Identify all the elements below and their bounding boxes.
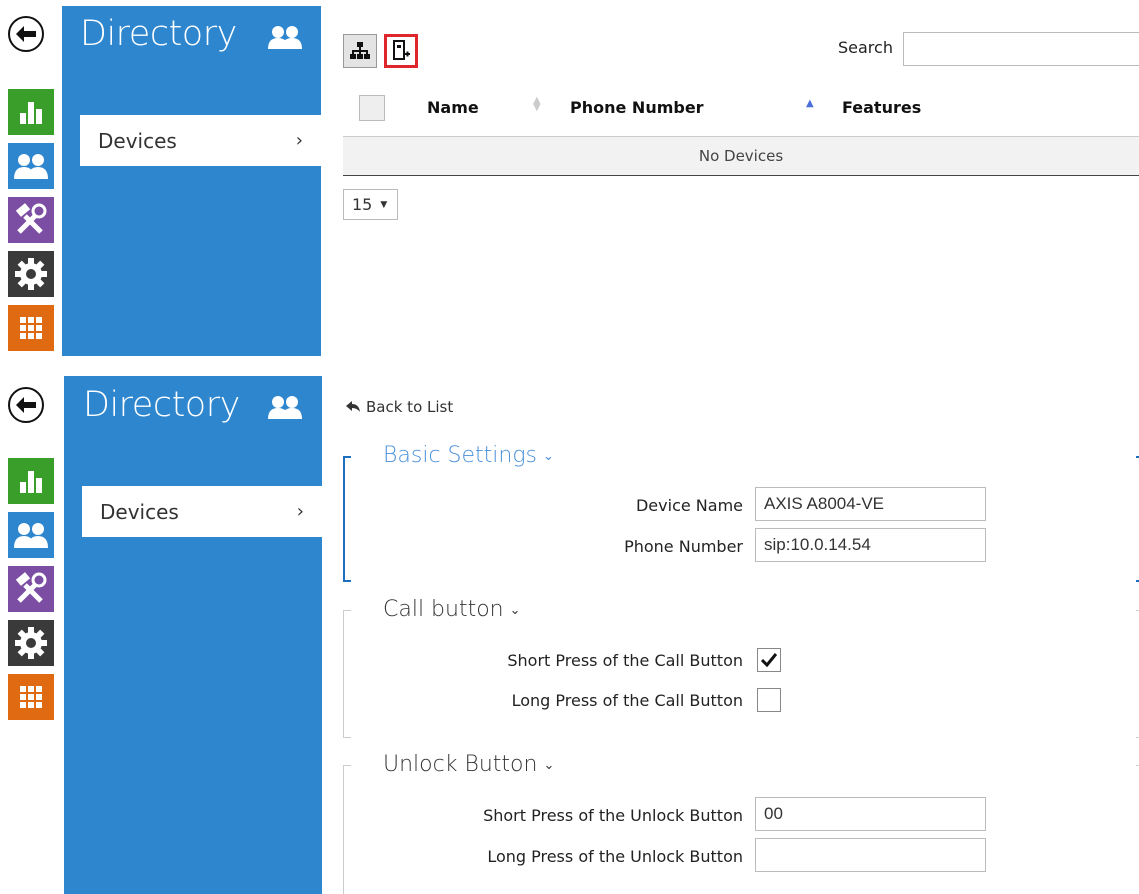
status-chart-icon[interactable] — [8, 458, 54, 504]
caret-down-icon: ▼ — [380, 199, 388, 210]
device-name-label: Device Name — [635, 496, 743, 515]
search-label: Search — [838, 38, 893, 57]
long-press-call-checkbox[interactable] — [757, 688, 781, 712]
table-empty-message: No Devices — [343, 136, 1139, 176]
sort-ascending-icon[interactable]: ▲ — [806, 98, 814, 109]
search-input[interactable] — [903, 32, 1139, 66]
device-detail-view: Directory Devices › Back to List Basic S… — [0, 370, 1139, 894]
section-title[interactable]: Call button ⌄ — [383, 597, 521, 622]
sidebar-title: Directory — [80, 14, 237, 54]
network-tree-button[interactable] — [343, 34, 377, 68]
section-unlock-button: Unlock Button ⌄ Short Press of the Unlock… — [343, 752, 1139, 894]
table-header: Name ▲ ▼ Phone Number ▲ Features — [343, 88, 1139, 128]
chevron-right-icon: › — [296, 501, 304, 522]
sidebar-item-devices[interactable]: Devices › — [82, 486, 322, 537]
section-border — [343, 765, 351, 894]
long-press-unlock-label: Long Press of the Unlock Button — [487, 847, 743, 866]
chevron-right-icon: › — [295, 130, 303, 151]
settings-gear-icon[interactable] — [8, 620, 54, 666]
column-features[interactable]: Features — [842, 98, 921, 117]
settings-gear-icon[interactable] — [8, 251, 54, 297]
hardware-tools-icon[interactable] — [8, 566, 54, 612]
directory-users-icon[interactable] — [8, 143, 54, 189]
directory-users-icon — [267, 24, 303, 54]
directory-list-view: Directory Devices › Search Name ▲ ▼ Phone… — [0, 0, 1139, 360]
add-device-icon — [393, 40, 410, 60]
short-press-call-label: Short Press of the Call Button — [507, 651, 743, 670]
phone-number-label: Phone Number — [624, 537, 743, 556]
section-call-button: Call button ⌄ Short Press of the Call But… — [343, 597, 1139, 738]
back-arrow-icon[interactable] — [8, 16, 44, 52]
section-basic-settings: Basic Settings ⌄ Device Name AXIS A8004-V… — [343, 443, 1139, 582]
back-arrow-icon[interactable] — [8, 387, 44, 423]
network-tree-icon — [350, 42, 370, 59]
back-to-list-label: Back to List — [366, 398, 454, 416]
sidebar: Directory Devices › — [64, 376, 322, 894]
page-size-select[interactable]: 15 ▼ — [343, 189, 398, 220]
sidebar-item-label: Devices — [100, 499, 179, 524]
section-title[interactable]: Basic Settings ⌄ — [383, 443, 554, 468]
directory-users-icon[interactable] — [8, 512, 54, 558]
column-name[interactable]: Name — [427, 98, 479, 117]
page-size-value: 15 — [352, 195, 373, 214]
sidebar-item-label: Devices — [98, 128, 177, 153]
hardware-tools-icon[interactable] — [8, 197, 54, 243]
services-grid-icon[interactable] — [8, 305, 54, 351]
section-border — [343, 456, 351, 582]
phone-number-input[interactable]: sip:10.0.14.54 — [755, 528, 986, 562]
add-device-button[interactable] — [384, 34, 418, 68]
reply-arrow-icon — [346, 401, 360, 412]
back-to-list-link[interactable]: Back to List — [346, 398, 453, 416]
device-name-input[interactable]: AXIS A8004-VE — [755, 487, 986, 521]
section-title[interactable]: Unlock Button ⌄ — [383, 752, 555, 777]
sidebar-item-devices[interactable]: Devices › — [80, 115, 321, 166]
sidebar: Directory Devices › — [62, 6, 321, 356]
short-press-call-checkbox[interactable] — [757, 648, 781, 672]
column-phone-number[interactable]: Phone Number — [570, 98, 704, 117]
short-press-unlock-label: Short Press of the Unlock Button — [483, 806, 743, 825]
select-all-checkbox[interactable] — [359, 95, 385, 121]
short-press-unlock-input[interactable]: 00 — [755, 797, 986, 831]
checkmark-icon — [761, 653, 777, 667]
sidebar-title: Directory — [83, 385, 240, 425]
directory-users-icon — [267, 394, 303, 424]
long-press-unlock-input[interactable] — [755, 838, 986, 872]
long-press-call-label: Long Press of the Call Button — [511, 691, 743, 710]
services-grid-icon[interactable] — [8, 674, 54, 720]
status-chart-icon[interactable] — [8, 89, 54, 135]
section-border — [343, 610, 351, 738]
sort-unsorted-icon[interactable]: ▲ ▼ — [533, 96, 541, 113]
